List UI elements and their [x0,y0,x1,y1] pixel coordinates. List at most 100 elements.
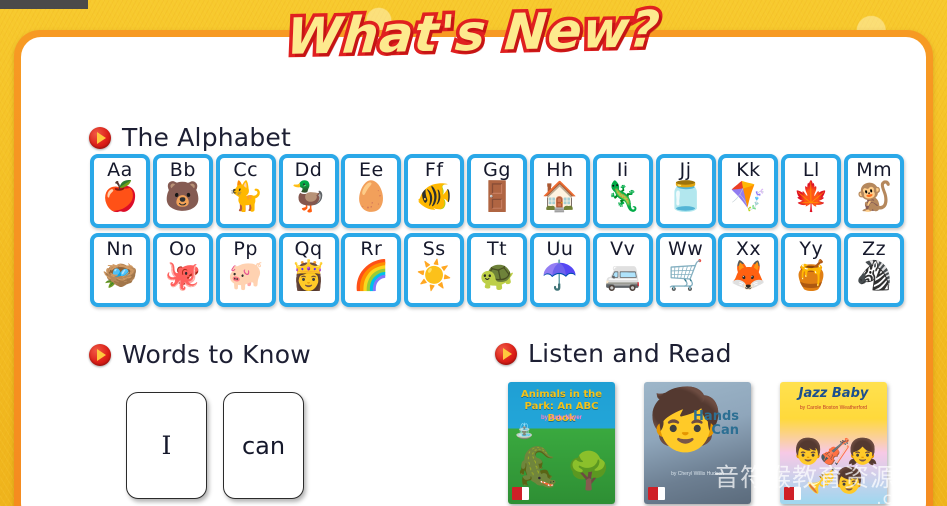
word-card[interactable]: I [126,392,207,499]
letter-label: Ll [802,159,820,181]
letter-card-j[interactable]: Jj 🫙 [655,154,716,228]
cat-icon: 🐈 [227,181,264,213]
play-icon[interactable] [89,343,111,366]
letter-label: Ss [422,238,446,260]
play-icon[interactable] [89,126,111,149]
tree-icon: 🌳 [566,450,611,491]
publisher-logo [784,487,801,500]
letter-card-g[interactable]: Gg 🚪 [467,154,528,228]
letter-label: Aa [107,159,133,181]
book-cover[interactable]: 🧒 Hands Can by Cheryl Willis Hudson [644,382,751,504]
letter-card-r[interactable]: Rr 🌈 [341,233,402,307]
words-to-know-section-header: Words to Know [89,340,311,369]
book-item[interactable]: 🧒Hands Canby Cheryl Willis HudsonWeek 2 [644,382,751,506]
zebra-icon: 🦓 [856,260,893,292]
letter-card-w[interactable]: Ww 🛒 [655,233,716,307]
apple-icon: 🍎 [101,181,139,213]
fox-icon: 🦊 [730,260,767,292]
book-byline: by Judy Nayer [540,415,583,421]
letter-card-c[interactable]: Cc 🐈 [215,154,276,228]
word-card[interactable]: can [223,392,304,499]
book-cover[interactable]: ⛲ 🐊 🌳 Animals in the Park: An ABC Book by Ju… [508,382,615,504]
letter-card-u[interactable]: Uu ☂️ [529,233,590,307]
letter-card-d[interactable]: Dd 🦆 [278,154,339,228]
alphabet-heading: The Alphabet [122,123,291,152]
letter-card-q[interactable]: Qq 👸 [278,233,339,307]
egg-icon: 🥚 [353,181,390,213]
turtle-icon: 🐢 [479,260,516,292]
letter-label: Ww [667,238,704,260]
letter-card-m[interactable]: Mm 🐒 [844,154,905,228]
letter-card-b[interactable]: Bb 🐻 [152,154,213,228]
letter-card-t[interactable]: Tt 🐢 [467,233,528,307]
letter-label: Tt [487,238,508,260]
letter-card-x[interactable]: Xx 🦊 [718,233,779,307]
letter-label: Pp [233,238,258,260]
letter-label: Qq [294,238,323,260]
book-byline: by Carole Boston Weatherford [799,405,868,411]
letter-card-o[interactable]: Oo 🐙 [152,233,213,307]
letter-label: Jj [679,159,692,181]
letter-label: Hh [546,159,574,181]
word-card-list: Ican [126,392,304,499]
book-item[interactable]: 👦🎻👧🎺👦 Jazz Baby by Carole Boston Weatherfo… [780,382,887,506]
book-title: Hands Can [693,409,739,438]
letter-label: Dd [294,159,323,181]
van-icon: 🚐 [604,260,641,292]
letter-card-p[interactable]: Pp 🐖 [215,233,276,307]
letter-card-f[interactable]: Ff 🐠 [404,154,465,228]
orange-frame: The Alphabet Aa 🍎 Bb 🐻 Cc 🐈 Dd 🦆 Ee 🥚 Ff 🐠 Gg 🚪 Hh 🏠 Ii 🦎… [14,30,933,506]
listen-and-read-section-header: Listen and Read [495,339,732,368]
letter-label: Bb [169,159,196,181]
letter-card-v[interactable]: Vv 🚐 [592,233,653,307]
letter-card-y[interactable]: Yy 🍯 [781,233,842,307]
publisher-logo [512,487,529,500]
leaf-icon: 🍁 [793,181,830,213]
letter-label: Gg [483,159,511,181]
letter-card-n[interactable]: Nn 🪺 [90,233,150,307]
queen-icon: 👸 [290,260,327,292]
gate-icon: 🚪 [479,181,516,213]
letter-card-a[interactable]: Aa 🍎 [90,154,150,228]
letter-label: Oo [169,238,197,260]
letter-label: Nn [106,238,134,260]
book-item[interactable]: ⛲ 🐊 🌳 Animals in the Park: An ABC Book by Ju… [508,382,615,506]
wagon-icon: 🛒 [667,260,704,292]
listen-and-read-heading: Listen and Read [528,339,732,368]
monkey-icon: 🐒 [856,181,893,213]
letter-label: Ee [359,159,384,181]
umbrella-icon: ☂️ [541,260,578,292]
letter-card-z[interactable]: Zz 🦓 [844,233,905,307]
white-content-panel: The Alphabet Aa 🍎 Bb 🐻 Cc 🐈 Dd 🦆 Ee 🥚 Ff 🐠 Gg 🚪 Hh 🏠 Ii 🦎… [21,37,926,506]
book-title: Jazz Baby [798,386,869,401]
letter-label: Ii [616,159,629,181]
letter-card-s[interactable]: Ss ☀️ [404,233,465,307]
kite-icon: 🪁 [730,181,767,213]
letter-card-k[interactable]: Kk 🪁 [718,154,779,228]
letter-label: Xx [735,238,762,260]
page-background: The Alphabet Aa 🍎 Bb 🐻 Cc 🐈 Dd 🦆 Ee 🥚 Ff 🐠 Gg 🚪 Hh 🏠 Ii 🦎… [0,0,947,506]
iguana-icon: 🦎 [604,181,641,213]
letter-card-e[interactable]: Ee 🥚 [341,154,402,228]
sun-icon: ☀️ [416,260,453,292]
letter-label: Ff [424,159,444,181]
fish-icon: 🐠 [416,181,453,213]
book-byline: by Cheryl Willis Hudson [671,471,724,477]
letter-label: Uu [546,238,574,260]
book-cover[interactable]: 👦🎻👧🎺👦 Jazz Baby by Carole Boston Weatherfo… [780,382,887,504]
letter-label: Cc [233,159,259,181]
play-icon[interactable] [495,342,517,365]
yo-yo-icon: 🍯 [793,260,830,292]
house-icon: 🏠 [541,181,578,213]
letter-label: Mm [856,159,893,181]
browser-chrome-strip [0,0,88,9]
letter-label: Kk [736,159,761,181]
book-list: ⛲ 🐊 🌳 Animals in the Park: An ABC Book by Ju… [508,382,887,506]
letter-label: Vv [610,238,636,260]
letter-label: Zz [862,238,887,260]
letter-card-h[interactable]: Hh 🏠 [529,154,590,228]
letter-card-l[interactable]: Ll 🍁 [781,154,842,228]
nest-icon: 🪺 [101,260,139,292]
letter-card-i[interactable]: Ii 🦎 [592,154,653,228]
publisher-logo [648,487,665,500]
